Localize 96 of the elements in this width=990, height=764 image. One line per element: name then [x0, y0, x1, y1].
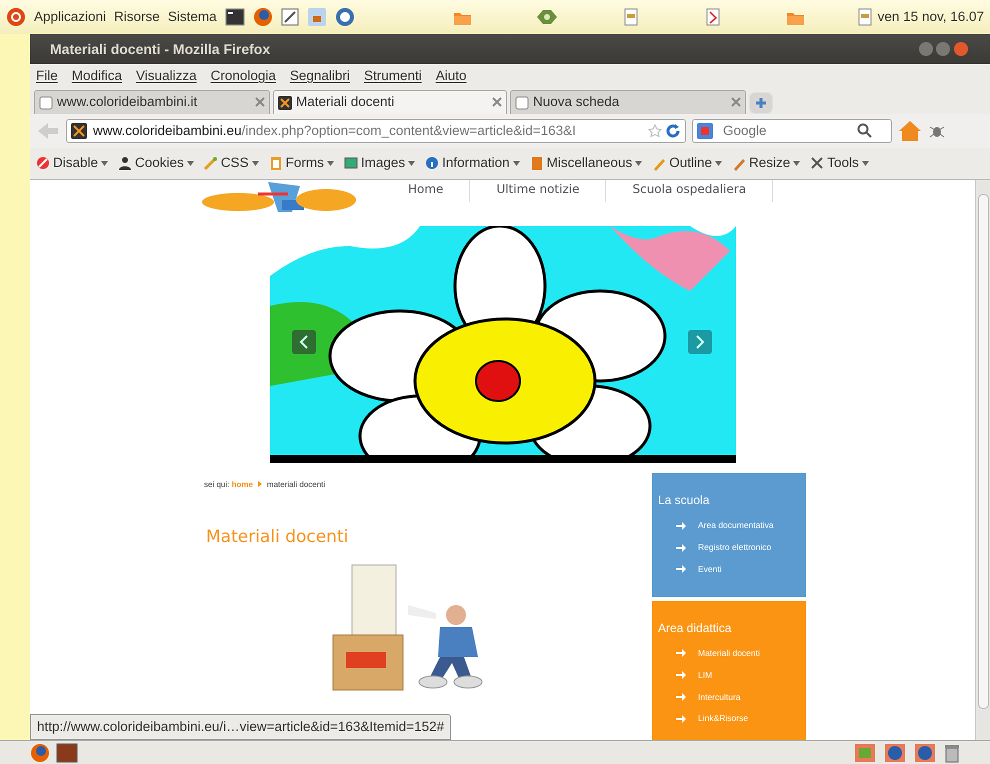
tools-icon — [810, 156, 824, 171]
browser-tab[interactable]: Nuova scheda — [510, 90, 746, 114]
panel-menu[interactable]: Risorse — [114, 6, 160, 28]
browser-icon[interactable] — [30, 742, 50, 762]
arrow-icon — [676, 714, 686, 723]
new-tab-button[interactable] — [749, 92, 773, 114]
caret-icon — [252, 161, 259, 166]
caret-icon — [101, 161, 108, 166]
text-editor-icon[interactable] — [280, 8, 299, 26]
toolbar-menu[interactable]: Forms — [268, 153, 334, 174]
chevron-right-icon — [695, 335, 705, 349]
disable-icon — [36, 156, 50, 171]
person-icon — [118, 156, 132, 171]
wand-icon — [204, 156, 218, 171]
arrow-icon — [676, 692, 686, 701]
caret-icon — [862, 161, 869, 166]
clipboard-icon — [268, 156, 283, 171]
arrow-icon — [676, 649, 686, 658]
scrollbar[interactable] — [975, 180, 990, 740]
toolbar-menu[interactable]: Resize — [732, 153, 800, 174]
site-favicon-icon — [71, 123, 87, 139]
pdf-icon[interactable] — [704, 8, 722, 26]
pencil-icon — [732, 156, 746, 171]
menu-item[interactable]: Modifica — [72, 66, 122, 86]
menu-item[interactable]: Visualizza — [136, 66, 197, 86]
blank-page-icon — [515, 96, 529, 110]
home-icon[interactable] — [898, 120, 922, 142]
pencil-icon — [652, 156, 666, 171]
panel-menu[interactable]: Sistema — [168, 6, 217, 28]
panel-menu[interactable]: Applicazioni — [34, 6, 106, 28]
next-slide-button[interactable] — [688, 330, 712, 354]
breadcrumb-current: materiali docenti — [266, 480, 326, 489]
toolbar-menu[interactable]: Miscellaneous — [530, 153, 642, 174]
sidebar-title: La scuola — [658, 493, 710, 508]
nav-link[interactable]: Home — [382, 180, 470, 202]
search-icon[interactable] — [857, 123, 873, 139]
caret-icon — [326, 161, 334, 166]
arrow-icon — [676, 671, 686, 680]
browser-tab[interactable]: Materiali docenti — [273, 90, 507, 114]
browser-icon[interactable] — [884, 742, 906, 762]
site-favicon-icon — [278, 96, 292, 110]
caret-icon — [793, 161, 800, 166]
close-icon[interactable] — [255, 96, 265, 106]
caret-icon — [635, 161, 642, 166]
document-icon — [856, 8, 874, 26]
arrow-icon — [676, 544, 686, 552]
sidebar-title: Area didattica — [658, 620, 732, 636]
breadcrumb-arrow-icon — [258, 481, 262, 487]
caret-icon — [186, 161, 194, 166]
reload-icon[interactable] — [665, 123, 681, 139]
toolbar-menu[interactable]: Tools — [810, 153, 869, 174]
panel-clock[interactable]: ven 15 nov, 16.07 — [878, 6, 984, 28]
info-icon — [425, 156, 440, 171]
ubuntu-logo-icon[interactable] — [6, 7, 26, 27]
document-icon[interactable] — [622, 8, 640, 26]
chevron-left-icon — [299, 335, 309, 349]
terminal-icon[interactable] — [224, 8, 245, 26]
caret-icon — [512, 161, 520, 166]
address-field[interactable]: www.colorideibambini.eu/index.php?option=com_content&view=article&id=163&I — [66, 119, 686, 143]
caret-icon — [714, 161, 722, 166]
window-thumbnail-icon[interactable] — [56, 742, 78, 762]
menu-item[interactable]: Strumenti — [364, 66, 422, 86]
menu-item[interactable]: Segnalibri — [290, 66, 350, 86]
status-bar-url: http://www.colorideibambini.eu/i…view=article&id=163&Itemid=152# — [30, 714, 452, 740]
search-field[interactable]: Google — [692, 119, 892, 143]
close-icon[interactable] — [731, 96, 741, 106]
plus-icon — [755, 97, 767, 109]
nav-link[interactable]: Scuola ospedaliera — [606, 180, 774, 202]
app-icon[interactable] — [854, 742, 876, 762]
caret-icon — [408, 161, 416, 166]
toolbar-menu[interactable]: Cookies — [118, 153, 194, 174]
toolbar-menu[interactable]: CSS — [204, 153, 259, 174]
breadcrumb-label: sei qui: — [204, 480, 230, 489]
arrow-icon — [676, 565, 686, 574]
image-icon — [344, 156, 358, 171]
browser-icon[interactable] — [914, 742, 936, 762]
previous-slide-button[interactable] — [292, 330, 316, 354]
toolbar-menu[interactable]: Information — [425, 153, 520, 174]
page-heading: Materiali docenti — [206, 527, 350, 548]
blank-page-icon — [39, 96, 53, 110]
star-icon[interactable] — [648, 124, 662, 138]
toolbar-menu[interactable]: Disable — [36, 153, 108, 174]
menu-item[interactable]: Aiuto — [436, 66, 466, 86]
trash-icon[interactable] — [944, 742, 960, 762]
close-icon[interactable] — [492, 96, 502, 106]
nav-link[interactable]: Ultime notizie — [470, 180, 606, 202]
toolbar-menu[interactable]: Images — [344, 153, 416, 174]
menu-item[interactable]: File — [36, 66, 58, 86]
window-title: Materiali docenti - Mozilla Firefox — [50, 40, 270, 58]
window-controls-icon[interactable] — [918, 41, 970, 57]
toolbar-menu[interactable]: Outline — [652, 153, 722, 174]
menu-item[interactable]: Cronologia — [210, 66, 276, 86]
browser-icon[interactable] — [252, 7, 273, 27]
globe-icon[interactable] — [334, 7, 355, 27]
arrow-icon — [676, 522, 686, 530]
browser-tab[interactable]: www.colorideibambini.it — [34, 90, 270, 114]
